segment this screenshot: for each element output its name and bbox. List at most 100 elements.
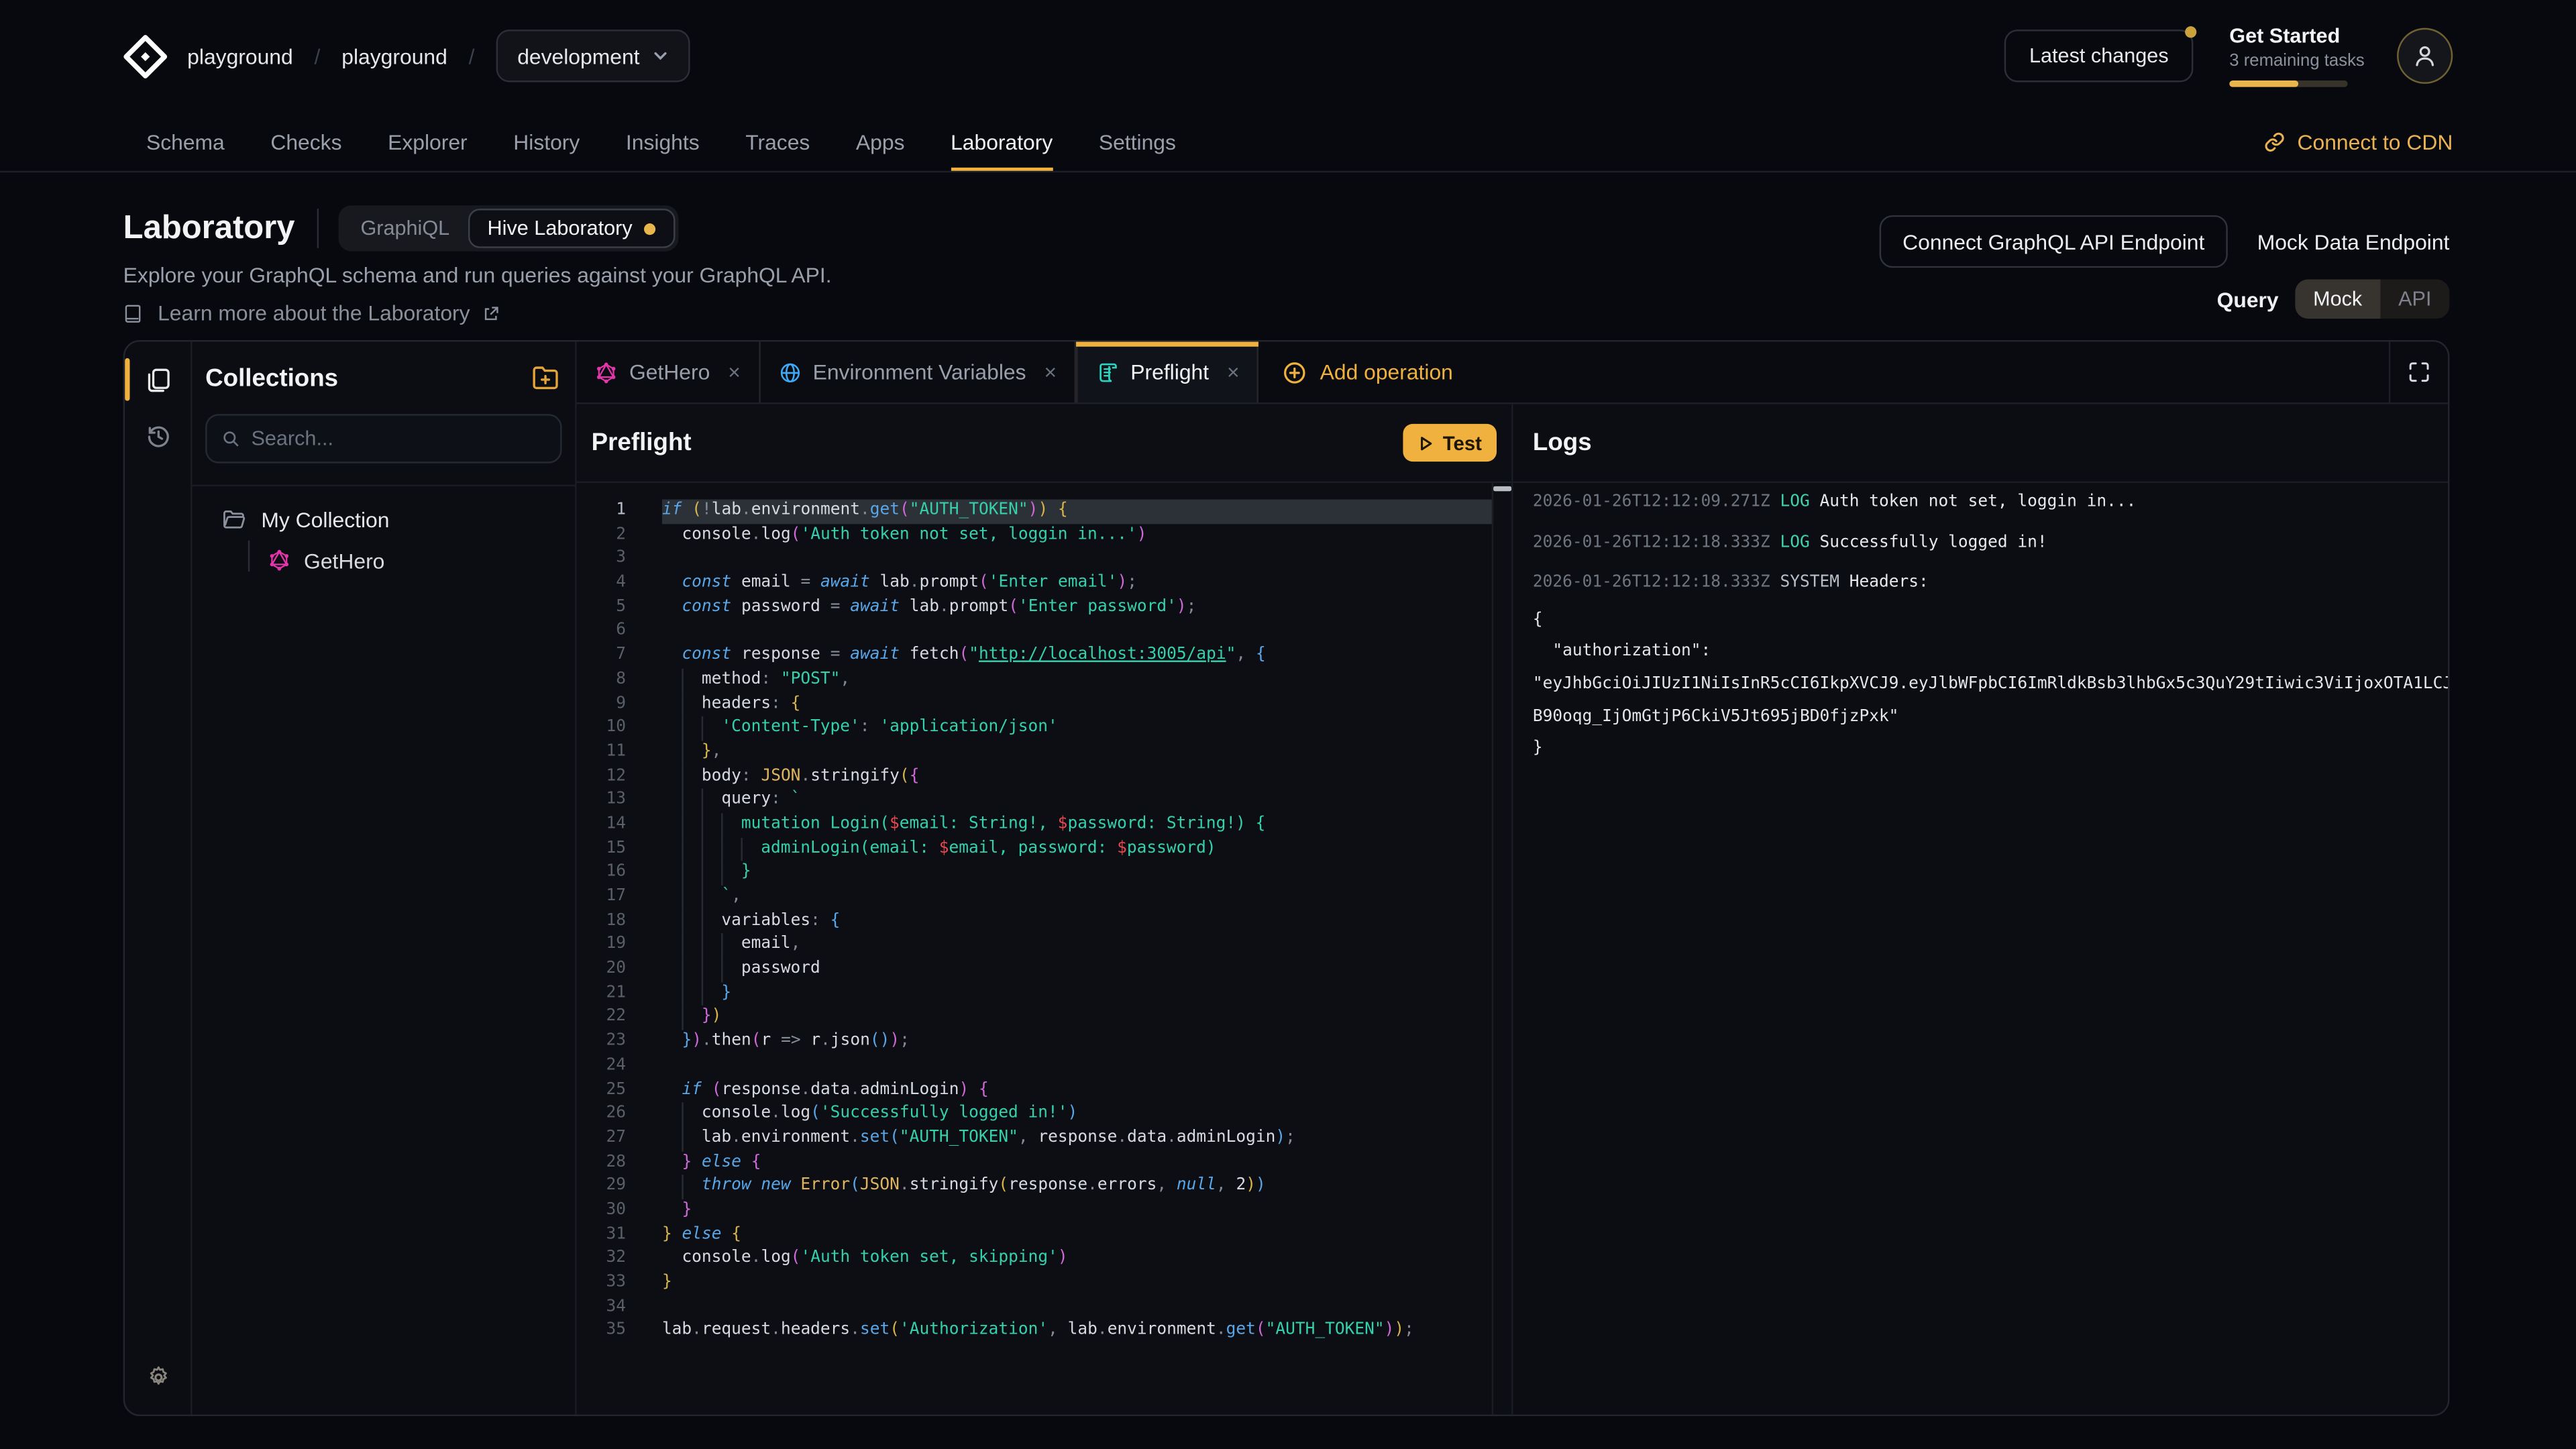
nav-item-explorer[interactable]: Explorer (388, 112, 468, 171)
add-operation-button[interactable]: Add operation (1284, 341, 1453, 402)
hive-logo-icon[interactable] (123, 34, 168, 78)
code-line-5[interactable]: 5 const password = await lab.prompt('Ent… (577, 596, 1511, 620)
nav-item-settings[interactable]: Settings (1099, 112, 1176, 171)
app-header: playground / playground / development La… (0, 0, 2576, 112)
fullscreen-button[interactable] (2389, 341, 2448, 402)
code-line-12[interactable]: 12 body: JSON.stringify({ (577, 765, 1511, 789)
code-line-15[interactable]: 15 adminLogin(email: $email, password: $… (577, 837, 1511, 861)
logs-pane-header: Logs (1513, 404, 2448, 483)
code-line-4[interactable]: 4 const email = await lab.prompt('Enter … (577, 572, 1511, 596)
code-line-31[interactable]: 31} else { (577, 1224, 1511, 1248)
tab-environment-variables[interactable]: Environment Variables× (760, 341, 1076, 402)
tab-close-icon[interactable]: × (1044, 360, 1057, 384)
mode-graphiql[interactable]: GraphiQL (343, 209, 468, 248)
code-line-2[interactable]: 2 console.log('Auth token not set, loggi… (577, 523, 1511, 547)
code-line-16[interactable]: 16 } (577, 861, 1511, 885)
nav-item-insights[interactable]: Insights (626, 112, 700, 171)
code-line-content: password (662, 958, 1493, 982)
logs-pane: Logs 2026-01-26T12:12:09.271Z LOG Auth t… (1513, 404, 2448, 1414)
code-line-content: }).then(r => r.json()); (662, 1030, 1493, 1055)
settings-strip-button[interactable] (125, 1352, 192, 1401)
code-line-content: mutation Login($email: String!, $passwor… (662, 813, 1493, 837)
nav-item-checks[interactable]: Checks (270, 112, 341, 171)
line-number: 19 (577, 934, 626, 958)
code-line-8[interactable]: 8 method: "POST", (577, 668, 1511, 692)
line-number: 29 (577, 1175, 626, 1199)
avatar[interactable] (2397, 28, 2453, 84)
query-mode-mock[interactable]: Mock (2295, 279, 2380, 319)
code-line-6[interactable]: 6 (577, 620, 1511, 644)
nav-item-apps[interactable]: Apps (856, 112, 905, 171)
tab-close-icon[interactable]: × (728, 360, 741, 384)
learn-more-link[interactable]: Learn more about the Laboratory (123, 301, 500, 325)
code-line-25[interactable]: 25 if (response.data.adminLogin) { (577, 1079, 1511, 1103)
collections-strip-button[interactable] (125, 352, 192, 407)
code-line-32[interactable]: 32 console.log('Auth token set, skipping… (577, 1248, 1511, 1272)
editor-scrollbar-thumb[interactable] (1493, 486, 1511, 492)
code-line-28[interactable]: 28 } else { (577, 1151, 1511, 1175)
target-selector[interactable]: development (496, 30, 690, 82)
nav-item-laboratory[interactable]: Laboratory (951, 112, 1053, 171)
breadcrumb-separator: / (315, 44, 321, 68)
get-started-widget[interactable]: Get Started 3 remaining tasks (2229, 25, 2361, 87)
tab-close-icon[interactable]: × (1227, 360, 1240, 384)
new-collection-button[interactable] (531, 365, 560, 391)
code-line-30[interactable]: 30 } (577, 1199, 1511, 1224)
connect-endpoint-button[interactable]: Connect GraphQL API Endpoint (1880, 215, 2228, 268)
line-number: 5 (577, 596, 626, 620)
code-line-29[interactable]: 29 throw new Error(JSON.stringify(respon… (577, 1175, 1511, 1199)
code-line-9[interactable]: 9 headers: { (577, 692, 1511, 716)
mock-endpoint-button[interactable]: Mock Data Endpoint (2257, 229, 2450, 254)
connect-to-cdn-link[interactable]: Connect to CDN (2265, 112, 2453, 171)
code-line-26[interactable]: 26 console.log('Successfully logged in!'… (577, 1103, 1511, 1127)
preflight-pane-header: Preflight Test (577, 404, 1511, 483)
code-line-content: }, (662, 741, 1493, 765)
code-line-22[interactable]: 22 }) (577, 1006, 1511, 1030)
code-line-17[interactable]: 17 `, (577, 885, 1511, 910)
latest-changes-button[interactable]: Latest changes (2004, 30, 2193, 82)
code-line-35[interactable]: 35lab.request.headers.set('Authorization… (577, 1320, 1511, 1344)
code-line-content: `, (662, 885, 1493, 910)
code-line-20[interactable]: 20 password (577, 958, 1511, 982)
preflight-pane-title: Preflight (592, 429, 692, 457)
tab-preflight[interactable]: Preflight× (1076, 341, 1259, 402)
code-line-3[interactable]: 3 (577, 547, 1511, 572)
query-mode-api[interactable]: API (2380, 279, 2449, 319)
nav-item-traces[interactable]: Traces (745, 112, 810, 171)
code-line-21[interactable]: 21 } (577, 982, 1511, 1006)
collection-folder[interactable]: My Collection (205, 504, 561, 534)
tab-gethero[interactable]: GetHero× (577, 341, 761, 402)
code-editor[interactable]: 1if (!lab.environment.get("AUTH_TOKEN"))… (577, 483, 1511, 1415)
code-line-14[interactable]: 14 mutation Login($email: String!, $pass… (577, 813, 1511, 837)
code-line-content: } else { (662, 1224, 1493, 1248)
code-line-33[interactable]: 33} (577, 1272, 1511, 1296)
nav-item-history[interactable]: History (513, 112, 580, 171)
code-line-13[interactable]: 13 query: ` (577, 789, 1511, 813)
code-line-7[interactable]: 7 const response = await fetch("http://l… (577, 644, 1511, 668)
code-line-1[interactable]: 1if (!lab.environment.get("AUTH_TOKEN"))… (577, 499, 1511, 523)
line-number: 9 (577, 692, 626, 716)
history-strip-button[interactable] (125, 407, 192, 463)
indent-guide (682, 934, 701, 958)
code-line-34[interactable]: 34 (577, 1295, 1511, 1320)
code-line-23[interactable]: 23 }).then(r => r.json()); (577, 1030, 1511, 1055)
indent-guide (682, 813, 701, 837)
collections-search[interactable] (205, 414, 561, 463)
graphql-icon (268, 549, 290, 572)
mode-hive-laboratory[interactable]: Hive Laboratory (468, 209, 675, 248)
code-line-content: const response = await fetch("http://loc… (662, 644, 1493, 668)
code-line-11[interactable]: 11 }, (577, 741, 1511, 765)
code-line-18[interactable]: 18 variables: { (577, 910, 1511, 934)
test-button[interactable]: Test (1403, 424, 1497, 462)
breadcrumb-project[interactable]: playground (341, 44, 447, 68)
code-line-24[interactable]: 24 (577, 1055, 1511, 1079)
nav-item-schema[interactable]: Schema (146, 112, 225, 171)
code-line-19[interactable]: 19 email, (577, 934, 1511, 958)
indent-guide (721, 958, 741, 982)
logs-body[interactable]: 2026-01-26T12:12:09.271Z LOG Auth token … (1513, 483, 2448, 1415)
breadcrumb-org[interactable]: playground (187, 44, 293, 68)
collection-operation-gethero[interactable]: GetHero (246, 545, 561, 575)
search-input[interactable] (251, 427, 545, 450)
code-line-27[interactable]: 27 lab.environment.set("AUTH_TOKEN", res… (577, 1127, 1511, 1151)
code-line-10[interactable]: 10 'Content-Type': 'application/json' (577, 716, 1511, 741)
